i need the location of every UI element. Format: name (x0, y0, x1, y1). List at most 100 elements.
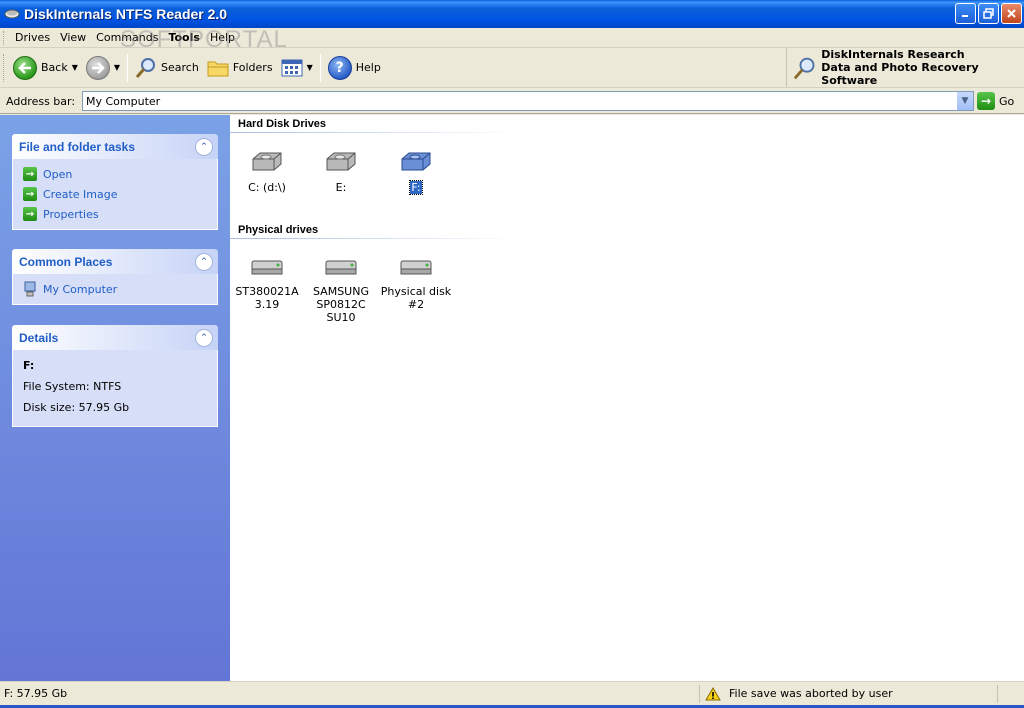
arrow-right-icon: → (23, 167, 37, 181)
menu-help[interactable]: Help (205, 29, 240, 47)
common-places-header[interactable]: Common Places ⌃ (12, 249, 218, 274)
status-left: F: 57.95 Gb (0, 684, 700, 703)
toolbar-grip[interactable] (3, 53, 6, 82)
brand-line-1: DiskInternals Research (821, 48, 965, 61)
views-dropdown-icon[interactable]: ▼ (307, 63, 313, 72)
physical-group-header: Physical drives (230, 224, 520, 239)
back-arrow-icon (13, 55, 37, 80)
app-icon (4, 9, 20, 19)
physical-disk-icon (251, 260, 283, 275)
address-input[interactable]: My Computer ▼ (82, 91, 974, 111)
details-header[interactable]: Details ⌃ (12, 325, 218, 350)
back-dropdown-icon[interactable]: ▼ (72, 63, 78, 72)
drive-item[interactable]: C: (d:\) (230, 151, 304, 194)
help-button[interactable]: ? Help (324, 52, 385, 84)
address-label: Address bar: (6, 94, 76, 108)
minimize-icon (962, 15, 968, 17)
details-file-system: File System: NTFS (23, 380, 122, 393)
place-my-computer[interactable]: My Computer (23, 279, 207, 299)
go-arrow-icon: → (977, 92, 995, 110)
address-value: My Computer (86, 94, 161, 108)
details-box: Details ⌃ F: File System: NTFS Disk size… (12, 325, 218, 427)
hard-drive-icon (252, 152, 282, 171)
hard-drive-icon (401, 152, 431, 171)
arrow-right-icon: → (23, 207, 37, 221)
hard-drive-icon (326, 152, 356, 171)
restore-icon (983, 8, 994, 19)
back-button[interactable]: Back ▼ (9, 52, 82, 84)
maximize-button[interactable] (978, 3, 999, 24)
task-create-image-label: Create Image (43, 187, 118, 201)
physical-drive-item[interactable]: Physical disk #2 (379, 259, 453, 311)
brand-link[interactable]: DiskInternals Research Data and Photo Re… (786, 48, 1024, 87)
warning-icon (705, 686, 721, 700)
menu-commands[interactable]: Commands (91, 29, 163, 47)
status-bar: F: 57.95 Gb File save was aborted by use… (0, 681, 1024, 705)
search-icon (135, 57, 156, 78)
physical-drive-item[interactable]: ST380021A 3.19 (230, 259, 304, 311)
minimize-button[interactable] (955, 3, 976, 24)
menu-view[interactable]: View (55, 29, 91, 47)
collapse-icon[interactable]: ⌃ (195, 328, 213, 347)
chevron-down-icon[interactable]: ▼ (956, 92, 973, 110)
task-pane: File and folder tasks ⌃ → Open → Create … (0, 115, 230, 681)
physical-disk-icon (325, 260, 357, 275)
physical-drive-line-2: 3.19 (254, 298, 280, 311)
menu-tools[interactable]: Tools (163, 29, 204, 47)
search-label: Search (161, 61, 199, 74)
title-bar[interactable]: DiskInternals NTFS Reader 2.0 (0, 0, 1024, 28)
views-button[interactable]: ▼ (277, 52, 317, 84)
drive-item-selected[interactable]: F: (379, 151, 453, 195)
menu-grip[interactable] (3, 30, 6, 45)
brand-line-2: Data and Photo Recovery Software (821, 61, 979, 87)
computer-icon (24, 281, 36, 297)
go-label: Go (999, 94, 1015, 108)
forward-button[interactable]: ▼ (82, 52, 124, 84)
help-icon: ? (327, 55, 352, 80)
drive-list-view[interactable]: Hard Disk Drives C: (d:\) E: F: Physical… (230, 115, 1024, 681)
common-places-title: Common Places (19, 254, 113, 269)
physical-drive-line-1: Physical disk (380, 285, 452, 298)
drive-item[interactable]: E: (304, 151, 378, 194)
help-label: Help (355, 61, 381, 74)
status-message-text: File save was aborted by user (729, 687, 893, 700)
drive-label: F: (409, 180, 423, 195)
toolbar-separator (127, 53, 129, 82)
details-title: Details (19, 330, 59, 345)
menu-drives[interactable]: Drives (10, 29, 55, 47)
menu-bar: Drives View Commands Tools Help (0, 28, 1024, 48)
window-title: DiskInternals NTFS Reader 2.0 (24, 6, 228, 22)
drive-label: C: (d:\) (248, 181, 286, 194)
close-icon (1007, 9, 1016, 18)
close-button[interactable] (1001, 3, 1022, 24)
file-tasks-box: File and folder tasks ⌃ → Open → Create … (12, 134, 218, 230)
folders-label: Folders (232, 61, 273, 74)
physical-drive-item[interactable]: SAMSUNG SP0812C SU10 (304, 259, 378, 324)
collapse-icon[interactable]: ⌃ (195, 252, 213, 271)
forward-dropdown-icon[interactable]: ▼ (114, 63, 120, 72)
details-name: F: (23, 359, 35, 372)
arrow-right-icon: → (23, 187, 37, 201)
physical-drive-line-1: SAMSUNG (313, 285, 369, 298)
task-open-label: Open (43, 167, 73, 181)
common-places-box: Common Places ⌃ My Computer (12, 249, 218, 305)
details-disk-size: Disk size: 57.95 Gb (23, 401, 130, 414)
status-message: File save was aborted by user (700, 684, 998, 703)
task-open[interactable]: → Open (23, 164, 207, 184)
folders-icon (207, 61, 229, 76)
task-create-image[interactable]: → Create Image (23, 184, 207, 204)
file-tasks-header[interactable]: File and folder tasks ⌃ (12, 134, 218, 159)
place-my-computer-label: My Computer (43, 282, 118, 296)
views-icon (281, 59, 303, 76)
task-properties[interactable]: → Properties (23, 204, 207, 224)
toolbar: Back ▼ ▼ Search Folders ▼ ? Help DiskInt… (0, 48, 1024, 88)
folders-button[interactable]: Folders (203, 52, 277, 84)
go-button[interactable]: → Go (977, 92, 1014, 110)
search-button[interactable]: Search (131, 52, 203, 84)
collapse-icon[interactable]: ⌃ (195, 137, 213, 156)
toolbar-separator (319, 53, 321, 82)
physical-drive-line-2: #2 (407, 298, 425, 311)
drive-label: E: (335, 181, 347, 194)
physical-drive-line-2: SP0812C SU10 (316, 298, 366, 324)
physical-drive-line-1: ST380021A (235, 285, 299, 298)
